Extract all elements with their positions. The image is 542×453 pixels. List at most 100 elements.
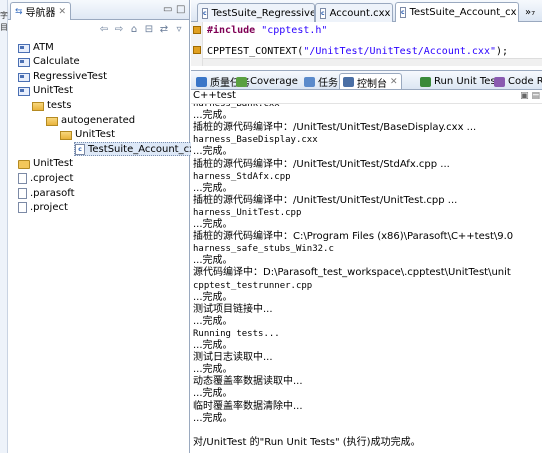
console-line: ...完成。 <box>193 315 233 327</box>
navigator-tab[interactable]: ⇆ 导航器 ✕ <box>10 2 72 20</box>
tree-item[interactable]: RegressiveTest <box>18 69 107 83</box>
view-tab-icon <box>343 77 354 87</box>
close-icon[interactable]: ✕ <box>390 77 398 87</box>
console-line: ...完成。 <box>193 412 233 424</box>
console-line: 动态覆盖率数据读取中... <box>193 376 303 388</box>
view-tab-label: Run Unit Tes <box>434 76 496 87</box>
tree-item[interactable]: UnitTest <box>18 84 73 98</box>
tree-item[interactable]: autogenerated <box>46 113 135 127</box>
file-icon <box>18 202 27 214</box>
console-line: 对/UnitTest 的"Run Unit Tests" (执行)成功完成。 <box>193 436 421 448</box>
navigator-title: 导航器 <box>25 8 56 19</box>
navigator-icon: ⇆ <box>15 6 23 17</box>
tree-item-label: RegressiveTest <box>33 70 108 82</box>
collapse-all-icon[interactable]: ⊟ <box>143 24 155 35</box>
view-tab[interactable]: Coverage <box>233 73 301 89</box>
tree-item[interactable]: UnitTest <box>60 128 115 142</box>
console-header: C++test ▣ ▤ <box>191 90 542 104</box>
view-tab-icon <box>236 76 247 87</box>
strip-label-b: 目 <box>0 23 8 32</box>
editor-tab-2[interactable]: c TestSuite_Account_cx ✕ <box>395 2 519 22</box>
console-line: harness_UnitTest.cpp <box>193 207 302 218</box>
navigator-toolbar: ⇦ ⇨ ⌂ ⊟ ⇄ ▿ <box>8 20 189 38</box>
view-tab[interactable]: Run Unit Tes <box>417 73 499 89</box>
minimize-icon[interactable]: ▭ <box>163 4 172 15</box>
tree-item-label: .project <box>30 202 68 214</box>
context-path: "/UnitTest/UnitTest/Account.cxx" <box>303 46 496 57</box>
console-line: 插桩的源代码编译中：C:\Program Files (x86)\Parasof… <box>193 231 514 243</box>
code-line-2: CPPTEST_CONTEXT("/UnitTest/UnitTest/Acco… <box>207 46 508 57</box>
navigator-tabbar: ⇆ 导航器 ✕ ▭ □ <box>8 0 189 20</box>
folder-open-icon <box>60 131 72 141</box>
editor-tab-label: Account.cxx <box>329 7 391 19</box>
cpp-file-icon: c <box>400 7 406 18</box>
tree-item[interactable]: UnitTest <box>18 157 73 171</box>
source-folder-icon <box>18 58 30 68</box>
view-tab-label: Coverage <box>250 76 298 87</box>
view-menu-icon[interactable]: ▿ <box>173 24 185 35</box>
tree-item[interactable]: .cproject <box>18 171 73 185</box>
view-tab-icon <box>196 76 207 87</box>
forward-icon[interactable]: ⇨ <box>113 24 125 35</box>
console-output[interactable]: harness_Bank.cxx ...完成。 插桩的源代码编译中：/UnitTes… <box>191 104 542 453</box>
build-folder-icon <box>18 160 30 170</box>
tree-item[interactable]: Calculate <box>18 55 80 69</box>
code-editor[interactable]: #include "cpptest.h" CPPTEST_CONTEXT("/U… <box>191 22 542 66</box>
console-line: harness_StdAfx.cpp <box>193 171 291 182</box>
editor-horizontal-scrollbar[interactable] <box>203 58 542 66</box>
bottom-view-tabbar: 质量任务Coverage任务控制台✕Run Unit TesCode Revi <box>191 70 542 90</box>
context-close: ); <box>495 46 509 57</box>
code-line-1: #include "cpptest.h" <box>207 25 327 36</box>
tree-item-label: autogenerated <box>61 114 136 126</box>
tree-item[interactable]: tests <box>32 98 71 112</box>
console-line: ...完成。 <box>193 291 233 303</box>
navigator-view: ⇆ 导航器 ✕ ▭ □ ⇦ ⇨ ⌂ ⊟ ⇄ ▿ ATM Calculate Regr… <box>8 0 204 453</box>
more-tabs-button[interactable]: »₇ <box>521 3 541 22</box>
view-tab-label: 控制台 <box>357 78 387 90</box>
console-line: ...完成。 <box>193 146 233 158</box>
view-tab-label: Code Revi <box>508 76 542 87</box>
close-icon[interactable]: ✕ <box>59 7 67 17</box>
console-line: 源代码编译中：D:\Parasoft_test_workspace\.cppte… <box>193 267 511 279</box>
console-line: 测试日志读取中... <box>193 352 273 364</box>
tree-item-label: .cproject <box>30 172 74 184</box>
console-line: harness_BaseDisplay.cxx <box>193 135 318 146</box>
cpp-file-icon: c <box>202 7 208 19</box>
console-toolbar-icons[interactable]: ▣ ▤ <box>520 91 540 101</box>
console-line: 插桩的源代码编译中：/UnitTest/UnitTest/BaseDisplay… <box>193 122 477 134</box>
console-line: 插桩的源代码编译中：/UnitTest/UnitTest/StdAfx.cpp … <box>193 158 450 170</box>
console-line: harness_safe_stubs_Win32.c <box>193 244 334 255</box>
view-tab[interactable]: 任务 <box>301 73 341 89</box>
source-folder-icon <box>18 87 30 97</box>
view-tab[interactable]: Code Revi <box>491 73 542 89</box>
folder-open-icon <box>32 101 44 111</box>
console-line: 插桩的源代码编译中：/UnitTest/UnitTest/UnitTest.cp… <box>193 194 458 206</box>
source-folder-icon <box>18 43 30 53</box>
cpp-file-icon: c <box>320 7 326 19</box>
tree-item[interactable]: ATM <box>18 40 54 54</box>
link-editor-icon[interactable]: ⇄ <box>158 24 170 35</box>
editor-tab-0[interactable]: c TestSuite_Regressive <box>197 3 315 22</box>
tree-item[interactable]: .parasoft <box>18 186 75 200</box>
file-icon <box>18 187 27 199</box>
console-line: 临时覆盖率数据清除中... <box>193 400 303 412</box>
tree-item-label: ATM <box>33 41 54 53</box>
tree-item-label: UnitTest <box>33 158 74 170</box>
tree-item[interactable]: .project <box>18 201 68 215</box>
tree-item-label: tests <box>47 99 72 111</box>
view-tab[interactable]: 控制台 ✕ <box>339 73 402 90</box>
editor-tab-1[interactable]: c Account.cxx <box>315 3 393 22</box>
folder-open-icon <box>46 116 58 126</box>
console-line: ...完成。 <box>193 182 233 194</box>
maximize-icon[interactable]: □ <box>176 4 185 15</box>
strip-label-a: 字 <box>0 11 8 20</box>
warning-marker-icon <box>193 46 201 54</box>
view-tab-icon <box>494 76 505 87</box>
tree-item[interactable]: c TestSuite_Account_cxx <box>74 142 204 157</box>
left-side-strip: 字 目 <box>0 0 8 453</box>
console-line: cpptest_testrunner.cpp <box>193 280 313 291</box>
editor-tabbar: c TestSuite_Regressive c Account.cxx c T… <box>191 0 542 22</box>
home-icon[interactable]: ⌂ <box>128 24 140 35</box>
include-keyword: #include <box>207 25 256 36</box>
back-icon[interactable]: ⇦ <box>98 24 110 35</box>
